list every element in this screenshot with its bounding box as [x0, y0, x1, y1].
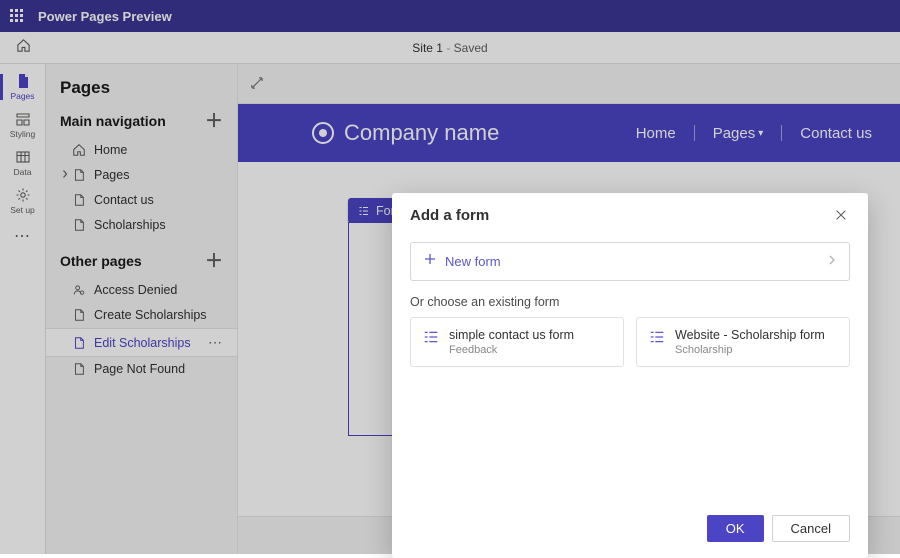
existing-form-card-1[interactable]: simple contact us form Feedback	[410, 317, 624, 367]
site-state: Saved	[454, 41, 488, 55]
ok-button[interactable]: OK	[707, 515, 764, 542]
app-launcher-icon[interactable]	[10, 9, 24, 23]
section-other-pages: Other pages ＋	[46, 246, 237, 276]
company-name[interactable]: Company name	[344, 120, 499, 146]
tree-item-home[interactable]: Home	[46, 138, 237, 163]
pages-panel: Pages Main navigation ＋ Home Pages Conta…	[46, 64, 238, 554]
resize-handle-icon[interactable]	[250, 76, 264, 95]
section-main-navigation: Main navigation ＋	[46, 106, 237, 136]
cancel-button[interactable]: Cancel	[772, 515, 850, 542]
tree-item-create-scholarships[interactable]: Create Scholarships	[46, 303, 237, 328]
tree-item-contact-us[interactable]: Contact us	[46, 188, 237, 213]
nav-home[interactable]: Home	[636, 125, 676, 142]
nav-pages[interactable]: Pages▾	[713, 125, 764, 142]
app-title-bar: Power Pages Preview	[0, 0, 900, 32]
site-status: Site 1 - Saved	[412, 41, 487, 55]
add-form-modal: Add a form New form Or choose an existin…	[392, 193, 868, 558]
add-page-main-icon[interactable]: ＋	[205, 112, 223, 130]
logo-icon	[312, 122, 334, 144]
tree-item-more-icon[interactable]: ⋯	[208, 334, 229, 351]
chevron-right-icon	[60, 168, 72, 182]
left-rail: Pages Styling Data Set up ⋯	[0, 64, 46, 554]
tree-item-scholarships[interactable]: Scholarships	[46, 213, 237, 238]
rail-pages[interactable]: Pages	[0, 68, 46, 106]
close-icon[interactable]	[834, 208, 850, 224]
home-icon[interactable]	[16, 38, 31, 58]
site-header: Company name Home Pages▾ Contact us	[238, 104, 900, 162]
rail-setup[interactable]: Set up	[0, 182, 46, 220]
form-icon	[423, 329, 439, 345]
modal-title: Add a form	[410, 207, 489, 224]
sub-bar: Site 1 - Saved	[0, 32, 900, 64]
chevron-down-icon: ▾	[758, 128, 763, 139]
new-form-button[interactable]: New form	[410, 242, 850, 281]
existing-form-card-2[interactable]: Website - Scholarship form Scholarship	[636, 317, 850, 367]
site-name: Site 1	[412, 41, 443, 55]
chevron-right-icon	[827, 253, 837, 271]
form-icon	[358, 205, 370, 217]
app-title: Power Pages Preview	[38, 9, 172, 24]
tree-item-page-not-found[interactable]: Page Not Found	[46, 357, 237, 382]
tree-item-pages[interactable]: Pages	[46, 163, 237, 188]
form-icon	[649, 329, 665, 345]
nav-contact-us[interactable]: Contact us	[800, 125, 872, 142]
plus-icon	[423, 252, 437, 271]
rail-more-icon[interactable]: ⋯	[14, 226, 31, 246]
tree-item-edit-scholarships[interactable]: Edit Scholarships ⋯	[46, 328, 237, 357]
rail-styling[interactable]: Styling	[0, 106, 46, 144]
panel-title: Pages	[46, 78, 237, 106]
choose-existing-label: Or choose an existing form	[410, 295, 850, 309]
tree-item-access-denied[interactable]: Access Denied	[46, 278, 237, 303]
add-page-other-icon[interactable]: ＋	[205, 252, 223, 270]
rail-data[interactable]: Data	[0, 144, 46, 182]
site-nav: Home Pages▾ Contact us	[636, 125, 872, 142]
